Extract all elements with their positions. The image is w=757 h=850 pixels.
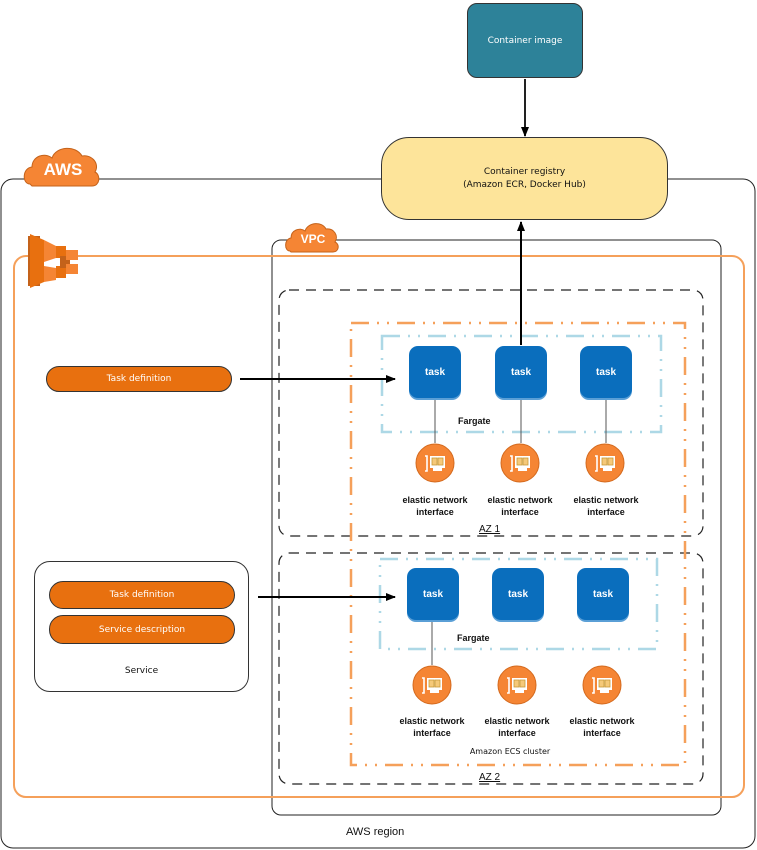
task-az2-1: task: [407, 568, 459, 620]
container-registry-subtitle: (Amazon ECR, Docker Hub): [463, 179, 586, 190]
eni-label-line2: interface: [583, 728, 621, 738]
eni-icon: [500, 443, 540, 483]
eni-label-line2: interface: [501, 507, 539, 517]
container-registry-box: Container registry (Amazon ECR, Docker H…: [381, 137, 668, 220]
az1-label: AZ 1: [478, 524, 502, 535]
task-label: task: [507, 588, 528, 600]
container-registry-title: Container registry: [483, 166, 566, 177]
task-definition-label: Task definition: [106, 374, 172, 384]
eni-icon: [412, 665, 452, 705]
amazon-ecs-icon: [28, 234, 78, 288]
task-label: task: [510, 366, 531, 378]
fargate-label-az1: Fargate: [458, 416, 491, 426]
task-az1-3: task: [580, 346, 632, 398]
container-image-box: Container image: [467, 3, 583, 78]
container-image-label: Container image: [487, 35, 563, 46]
service-description-label: Service description: [98, 624, 186, 635]
task-label: task: [595, 366, 616, 378]
eni-label-line1: elastic network: [487, 495, 553, 505]
eni-icon: [585, 443, 625, 483]
aws-badge-label: AWS: [43, 160, 83, 179]
eni-label-az2-3: elastic network interface: [552, 715, 652, 739]
ecs-cluster-label: Amazon ECS cluster: [469, 747, 551, 756]
task-az1-1: task: [409, 346, 461, 398]
task-az2-3: task: [577, 568, 629, 620]
task-az2-2: task: [492, 568, 544, 620]
service-description-pill: Service description: [49, 615, 235, 644]
service-label: Service: [124, 666, 159, 676]
task-definition-pill: Task definition: [46, 366, 232, 392]
eni-label-az1-3: elastic network interface: [556, 494, 656, 518]
eni-icon: [582, 665, 622, 705]
task-az1-2: task: [495, 346, 547, 398]
fargate-label-az2: Fargate: [457, 633, 490, 643]
service-task-definition-label: Task definition: [109, 590, 175, 600]
task-label: task: [422, 588, 443, 600]
az2-label: AZ 2: [478, 772, 502, 783]
vpc-badge-label: VPC: [300, 232, 326, 246]
task-label: task: [424, 366, 445, 378]
eni-label-az1-2: elastic network interface: [470, 494, 570, 518]
eni-label-line1: elastic network: [569, 716, 635, 726]
eni-label-line1: elastic network: [573, 495, 639, 505]
eni-icon: [415, 443, 455, 483]
eni-icon: [497, 665, 537, 705]
task-label: task: [592, 588, 613, 600]
eni-label-line2: interface: [587, 507, 625, 517]
service-task-definition-pill: Task definition: [49, 581, 235, 609]
aws-region-label: AWS region: [346, 826, 405, 838]
